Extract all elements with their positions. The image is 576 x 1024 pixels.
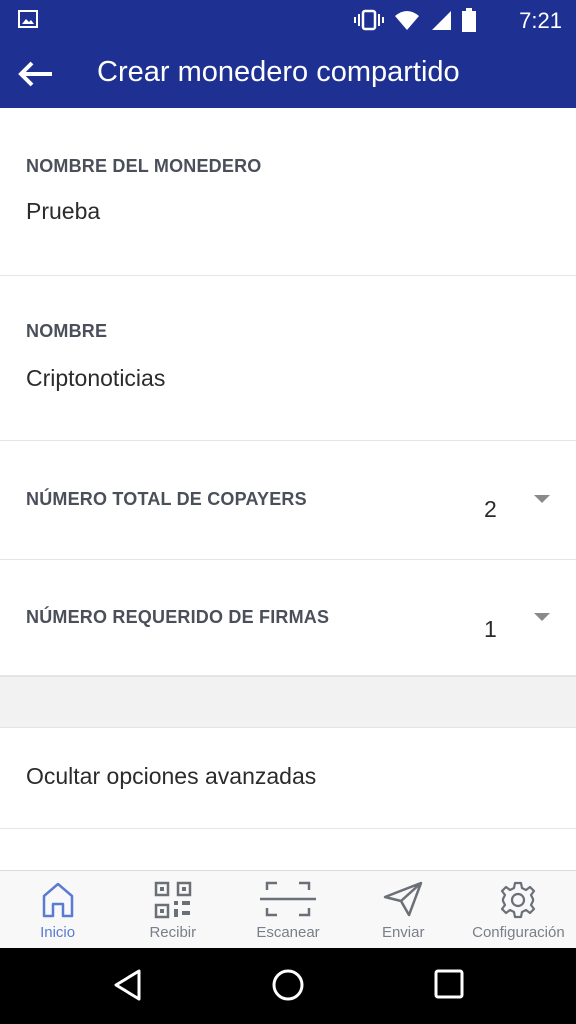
wallet-name-label: NOMBRE DEL MONEDERO — [26, 156, 262, 176]
home-icon — [42, 882, 73, 918]
nav-back-icon[interactable] — [112, 968, 144, 1007]
signal-icon — [430, 9, 452, 36]
tab-configuracion[interactable]: Configuración — [461, 871, 576, 949]
scan-icon — [260, 881, 316, 917]
required-signatures-select[interactable]: NÚMERO REQUERIDO DE FIRMAS 1 — [0, 560, 576, 676]
nav-recents-icon[interactable] — [434, 969, 464, 1004]
vibrate-icon — [354, 9, 384, 36]
status-bar: 7:21 — [0, 0, 576, 40]
app-bar: Crear monedero compartido — [0, 40, 576, 108]
advanced-options-label: Ocultar opciones avanzadas — [26, 763, 317, 789]
tab-label: Escanear — [256, 924, 320, 941]
tab-recibir[interactable]: Recibir — [115, 871, 230, 949]
total-copayers-label: NÚMERO TOTAL DE COPAYERS — [26, 489, 307, 509]
name-input[interactable]: Criptonoticias — [26, 365, 165, 392]
required-signatures-label: NÚMERO REQUERIDO DE FIRMAS — [26, 607, 330, 627]
tab-label: Inicio — [40, 924, 76, 941]
gallery-notification-icon — [18, 10, 38, 33]
system-navigation-bar — [0, 948, 576, 1024]
name-field[interactable]: NOMBRE Criptonoticias — [0, 276, 576, 441]
status-time: 7:21 — [519, 8, 562, 33]
advanced-options-toggle[interactable]: Ocultar opciones avanzadas — [0, 727, 576, 829]
send-icon — [383, 881, 423, 917]
nav-home-icon[interactable] — [271, 968, 305, 1007]
tab-inicio[interactable]: Inicio — [0, 871, 115, 949]
total-copayers-value[interactable]: 2 — [484, 496, 497, 523]
settings-icon — [501, 881, 536, 919]
total-copayers-select[interactable]: NÚMERO TOTAL DE COPAYERS 2 — [0, 441, 576, 560]
tab-enviar[interactable]: Enviar — [346, 871, 461, 949]
required-signatures-value[interactable]: 1 — [484, 616, 497, 643]
qr-code-icon — [154, 881, 192, 919]
chevron-down-icon[interactable] — [534, 613, 550, 621]
tab-label: Recibir — [149, 924, 197, 941]
section-divider — [0, 676, 576, 728]
chevron-down-icon[interactable] — [534, 495, 550, 503]
tab-label: Enviar — [381, 924, 425, 941]
wallet-name-input[interactable]: Prueba — [26, 198, 100, 225]
bottom-tab-bar: Inicio Recibir Escanear Enviar Configura… — [0, 870, 576, 949]
name-label: NOMBRE — [26, 321, 108, 341]
wifi-icon — [394, 9, 420, 36]
tab-escanear[interactable]: Escanear — [230, 871, 345, 949]
back-arrow-icon[interactable] — [16, 58, 56, 90]
tab-label: Configuración — [472, 924, 565, 941]
page-title: Crear monedero compartido — [97, 56, 460, 88]
battery-icon — [462, 8, 476, 37]
wallet-name-field[interactable]: NOMBRE DEL MONEDERO Prueba — [0, 108, 576, 276]
